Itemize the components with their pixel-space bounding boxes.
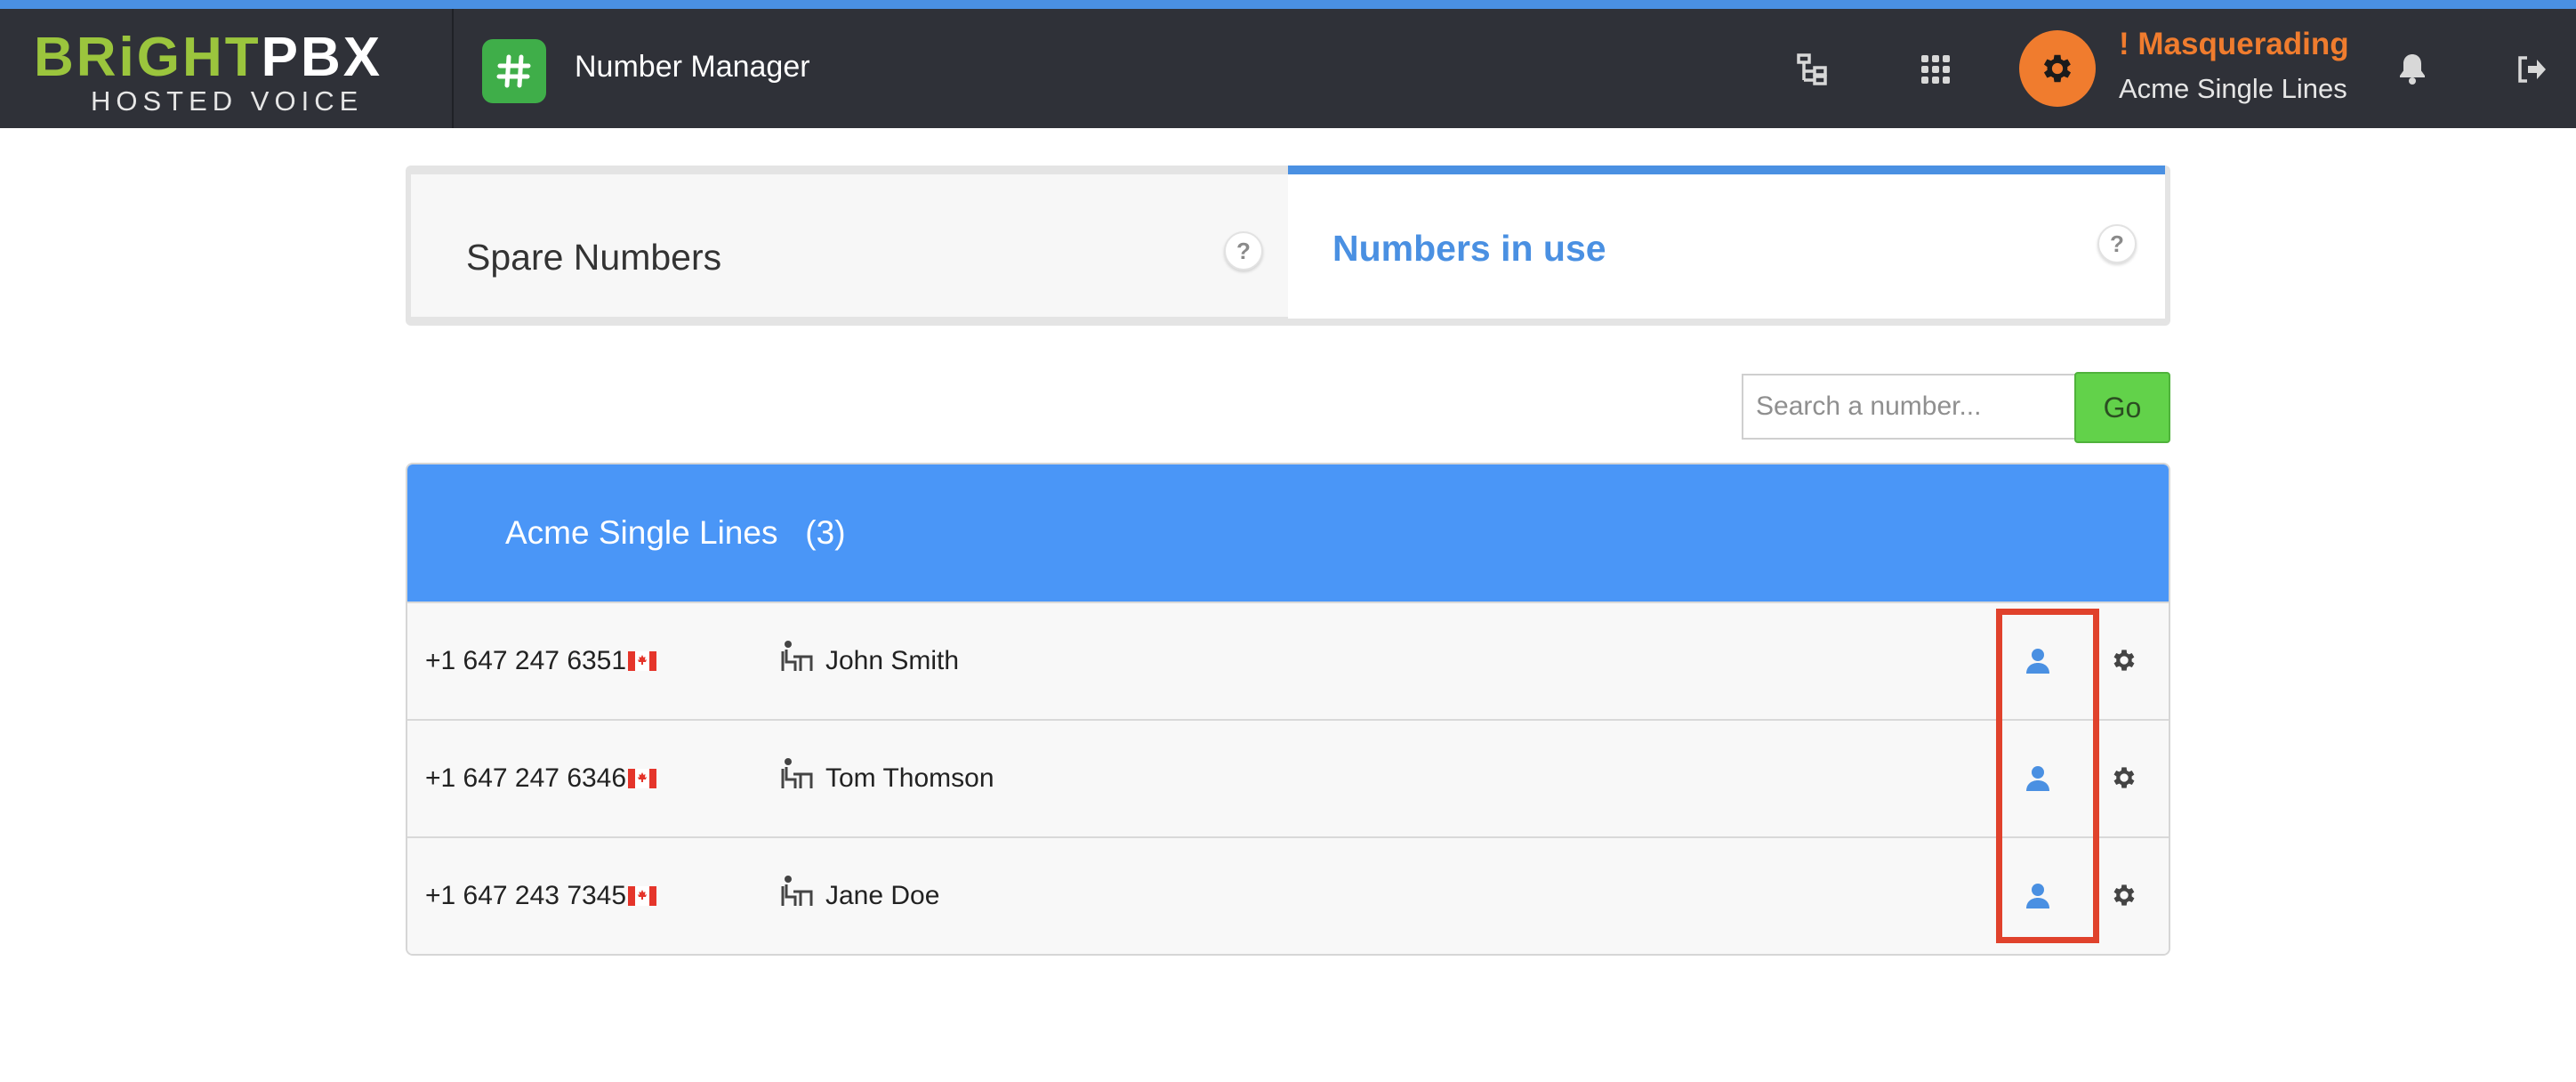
help-icon[interactable]: ? [1224,231,1263,270]
phone-number: +1 647 247 6351 [425,646,627,675]
topbar-accent-strip [0,0,2576,9]
desk-user-icon [781,641,813,671]
tab-spare-numbers[interactable]: Spare Numbers ? [411,174,1292,317]
canada-flag-icon [628,886,656,906]
gear-icon [2043,54,2072,83]
highlight-annotation-box [1996,609,2099,943]
assigned-user-name[interactable]: John Smith [825,646,959,676]
group-count: (3) [805,514,846,551]
gear-icon[interactable] [2110,763,2138,792]
go-button[interactable]: Go [2074,372,2170,443]
canada-flag-icon [628,769,656,788]
desk-user-icon [781,876,813,906]
canada-flag-icon [628,651,656,671]
top-navigation-bar: BRiGHTPBX HOSTED VOICE Number Manager ! … [0,9,2576,128]
gear-icon[interactable] [2110,646,2138,674]
table-row: +1 647 243 7345 Jane Doe [407,836,2169,954]
account-name: Acme Single Lines [2119,73,2347,104]
help-icon[interactable]: ? [2097,224,2137,263]
logo-text-pbx: PBX [261,27,383,88]
masquerading-label[interactable]: ! Masquerading [2119,27,2349,62]
desk-user-icon [781,758,813,788]
app-title: Number Manager [575,50,810,84]
number-group-acme-single-lines: Acme Single Lines (3) +1 647 247 6351 Jo… [406,463,2170,956]
table-row: +1 647 247 6351 John Smith [407,602,2169,719]
gear-icon[interactable] [2110,881,2138,909]
phone-number: +1 647 247 6346 [425,763,627,793]
phone-number: +1 647 243 7345 [425,881,627,910]
assigned-user-name[interactable]: Jane Doe [825,881,939,911]
logo-text-bright: BRiGHT [34,27,262,88]
table-row: +1 647 247 6346 Tom Thomson [407,719,2169,836]
assigned-user-name[interactable]: Tom Thomson [825,763,994,794]
bell-icon[interactable] [2393,50,2432,89]
logo-subtitle: HOSTED VOICE [91,85,364,117]
search-input[interactable] [1742,374,2076,440]
masquerade-settings-button[interactable] [2019,30,2096,107]
group-name: Acme Single Lines [505,514,778,551]
tab-label: Spare Numbers [466,237,722,278]
tab-numbers-in-use[interactable]: Numbers in use ? [1288,166,2165,319]
number-manager-hash-icon [482,39,546,103]
number-tabs: Spare Numbers ? Numbers in use ? [406,166,2170,326]
apps-grid-icon[interactable] [1916,50,1955,89]
hierarchy-icon[interactable] [1793,50,1832,89]
header-divider [452,9,454,128]
logout-icon[interactable] [2512,50,2551,89]
tab-label: Numbers in use [1332,228,1606,269]
group-header[interactable]: Acme Single Lines (3) [407,464,2169,602]
brightpbx-logo[interactable]: BRiGHTPBX HOSTED VOICE [34,28,398,117]
